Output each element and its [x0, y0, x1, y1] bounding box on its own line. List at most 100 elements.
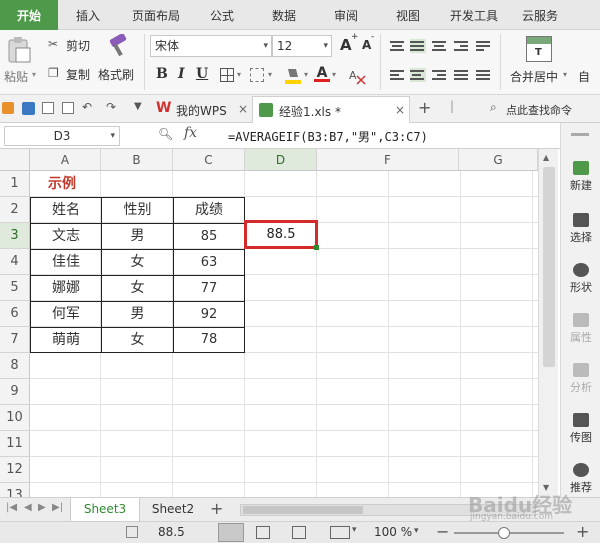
auto-wrap-button[interactable]: 自	[578, 68, 590, 85]
preview-icon[interactable]	[62, 102, 74, 114]
wrap-icon[interactable]	[476, 39, 492, 53]
align-left-icon[interactable]	[390, 68, 406, 82]
tab-view[interactable]: 视图	[382, 0, 434, 30]
align-right-icon[interactable]	[432, 68, 448, 82]
grow-font-button[interactable]: A	[340, 36, 352, 54]
name-box[interactable]: D3 ▾	[4, 126, 120, 146]
fill-color-icon[interactable]	[284, 67, 302, 85]
shrink-font-button[interactable]: A	[362, 38, 371, 52]
header-score[interactable]: 成绩	[174, 198, 244, 223]
search-icon[interactable]: ⌕	[490, 100, 497, 115]
font-color-dropdown-icon[interactable]: ▾	[332, 70, 336, 79]
selected-cell-d3[interactable]: 88.5	[244, 220, 318, 249]
undo-icon[interactable]: ↶	[82, 100, 92, 114]
tab-file[interactable]: 经验1.xls * ×	[252, 96, 410, 123]
tab-home[interactable]: 开始	[0, 0, 58, 30]
italic-button[interactable]: I	[178, 66, 185, 82]
row-header[interactable]: 5	[0, 275, 30, 301]
tab-review[interactable]: 审阅	[320, 0, 372, 30]
tab-insert[interactable]: 插入	[62, 0, 114, 30]
header-name[interactable]: 姓名	[31, 198, 101, 223]
reading-view-icon[interactable]	[330, 526, 350, 539]
quick-access-dropdown-icon[interactable]: ▼	[134, 101, 142, 112]
table-cell[interactable]: 女	[102, 276, 173, 301]
new-tab-plus-icon[interactable]: +	[418, 98, 431, 117]
tab-page-layout[interactable]: 页面布局	[124, 0, 188, 30]
select-all-corner[interactable]	[0, 149, 30, 171]
zoom-formula-icon[interactable]: 🔍︎	[158, 127, 173, 141]
column-header-c[interactable]: C	[173, 149, 245, 171]
formula-input[interactable]: =AVERAGEIF(B3:B7,"男",C3:C7)	[228, 128, 428, 145]
table-cell[interactable]: 63	[174, 250, 244, 275]
insert-function-button[interactable]: fx	[184, 125, 197, 141]
tab-cloud[interactable]: 云服务	[512, 0, 568, 30]
h-scroll-thumb[interactable]	[243, 506, 363, 514]
tab-formula[interactable]: 公式	[196, 0, 248, 30]
paste-button[interactable]: 粘贴	[4, 68, 28, 85]
format-painter-button[interactable]: 格式刷	[98, 66, 134, 83]
table-cell[interactable]: 92	[174, 302, 244, 327]
command-search[interactable]: 点此查找命令	[506, 102, 572, 118]
bold-button[interactable]: B	[156, 66, 168, 82]
zoom-out-icon[interactable]: −	[436, 522, 449, 541]
panel-new[interactable]: 新建	[561, 161, 600, 193]
row-header[interactable]: 2	[0, 197, 30, 223]
border-dropdown-icon[interactable]: ▾	[237, 70, 241, 79]
distribute-icon[interactable]	[476, 68, 492, 82]
align-middle-icon[interactable]	[410, 39, 426, 53]
table-cell[interactable]: 萌萌	[31, 328, 101, 352]
indent-icon[interactable]	[454, 39, 470, 53]
zoom-dropdown-icon[interactable]: ▾	[414, 526, 419, 536]
tab-developer[interactable]: 开发工具	[442, 0, 506, 30]
font-size-select[interactable]: 12 ▾	[272, 35, 332, 57]
align-bottom-icon[interactable]	[432, 39, 448, 53]
scroll-up-icon[interactable]: ▲	[543, 153, 549, 162]
tab-data[interactable]: 数据	[258, 0, 310, 30]
table-cell[interactable]: 文志	[31, 224, 101, 249]
align-center-icon[interactable]	[410, 68, 426, 82]
justify-icon[interactable]	[454, 68, 470, 82]
cut-button[interactable]: 剪切	[66, 37, 90, 54]
panel-property[interactable]: 属性	[561, 313, 600, 345]
tab-my-wps[interactable]: W 我的WPS ×	[152, 96, 250, 122]
panel-select[interactable]: 选择	[561, 213, 600, 245]
table-cell[interactable]: 男	[102, 302, 173, 327]
fill-dropdown-icon[interactable]: ▾	[304, 70, 308, 79]
zoom-in-icon[interactable]: +	[576, 522, 589, 541]
column-header-d[interactable]: D	[245, 149, 317, 171]
table-cell[interactable]: 何军	[31, 302, 101, 327]
row-header[interactable]: 3	[0, 223, 30, 249]
table-cell[interactable]: 佳佳	[31, 250, 101, 275]
layout-view-icon[interactable]	[256, 526, 270, 539]
sheet-tab-sheet2[interactable]: Sheet2	[140, 498, 206, 522]
sheet-prev-icon[interactable]: ◀	[24, 502, 32, 513]
table-cell[interactable]: 娜娜	[31, 276, 101, 301]
font-name-select[interactable]: 宋体 ▾	[150, 35, 272, 57]
table-cell[interactable]: 女	[102, 250, 173, 275]
border-icon[interactable]	[220, 68, 234, 82]
merge-center-icon[interactable]: T	[526, 36, 552, 62]
vertical-scrollbar[interactable]: ▲ ▼	[538, 149, 558, 497]
close-icon[interactable]: ×	[238, 102, 248, 116]
normal-view-icon[interactable]	[218, 523, 244, 542]
clear-format-icon[interactable]: A	[348, 67, 366, 85]
align-top-icon[interactable]	[390, 39, 406, 53]
header-gender[interactable]: 性别	[102, 198, 173, 223]
panel-upload-image[interactable]: 传图	[561, 413, 600, 445]
merge-center-button[interactable]: 合并居中	[510, 68, 558, 85]
table-cell[interactable]: 77	[174, 276, 244, 301]
close-icon[interactable]: ×	[395, 103, 405, 117]
row-header[interactable]: 10	[0, 405, 30, 431]
row-header[interactable]: 13	[0, 483, 30, 497]
fill-handle[interactable]	[314, 245, 319, 250]
redo-icon[interactable]: ↷	[106, 100, 116, 114]
print-icon[interactable]	[42, 102, 54, 114]
sheet-next-icon[interactable]: ▶	[38, 502, 46, 513]
add-sheet-button[interactable]: +	[210, 498, 223, 520]
row-header[interactable]: 12	[0, 457, 30, 483]
cell-style-dropdown-icon[interactable]: ▾	[268, 70, 272, 79]
panel-analyze[interactable]: 分析	[561, 363, 600, 395]
sheet-last-icon[interactable]: ▶|	[52, 502, 63, 513]
scroll-thumb[interactable]	[543, 167, 555, 367]
column-header-b[interactable]: B	[101, 149, 173, 171]
